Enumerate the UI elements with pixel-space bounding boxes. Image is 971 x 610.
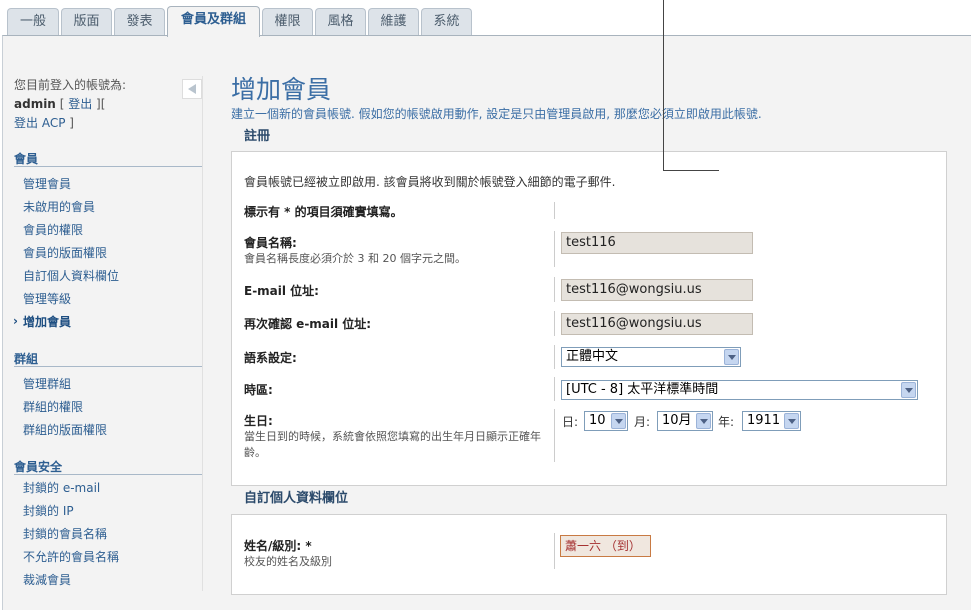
username: admin bbox=[14, 97, 56, 111]
year-select[interactable]: 1911 bbox=[742, 411, 801, 431]
birthday-label-block: 生日: 當生日到的時候，系統會依照您填寫的出生年月日顯示正確年齡。 bbox=[244, 413, 549, 461]
birthday-label: 生日: bbox=[244, 414, 273, 428]
sidebar-item-custom-profile-fields[interactable]: 自訂個人資料欄位 bbox=[14, 265, 202, 288]
language-label: 語系設定: bbox=[244, 351, 297, 365]
month-label: 月: bbox=[634, 415, 651, 429]
chevron-down-icon[interactable] bbox=[784, 413, 799, 429]
annotation-line bbox=[663, 0, 664, 171]
username-input[interactable]: test116 bbox=[561, 232, 753, 254]
email-label-block: E-mail 位址: bbox=[244, 283, 319, 299]
year-label: 年: bbox=[718, 415, 735, 429]
sidebar-item-ban-ip[interactable]: 封鎖的 IP bbox=[14, 500, 202, 523]
column-separator bbox=[554, 377, 555, 401]
column-separator bbox=[554, 533, 555, 569]
sidebar-item-ban-username[interactable]: 封鎖的會員名稱 bbox=[14, 523, 202, 546]
tab-system[interactable]: 系統 bbox=[421, 8, 472, 35]
day-select[interactable]: 10 bbox=[584, 411, 628, 431]
column-separator bbox=[554, 409, 555, 462]
birthday-note: 當生日到的時候，系統會依照您填寫的出生年月日顯示正確年齡。 bbox=[244, 430, 541, 459]
chevron-down-icon[interactable] bbox=[901, 382, 916, 398]
chevron-down-icon[interactable] bbox=[611, 413, 626, 429]
timezone-label-block: 時區: bbox=[244, 382, 273, 398]
sidebar-divider bbox=[202, 76, 203, 591]
tab-maintenance[interactable]: 維護 bbox=[368, 8, 419, 35]
sidebar-item-user-forum-permissions[interactable]: 會員的版面權限 bbox=[14, 242, 202, 265]
username-note: 會員名稱長度必須介於 3 和 20 個字元之間。 bbox=[244, 252, 466, 265]
email-confirm-label: 再次確認 e-mail 位址: bbox=[244, 317, 372, 331]
menu-section-groups: 群組 管理群組 群組的權限 群組的版面權限 bbox=[14, 350, 202, 442]
tab-styles[interactable]: 風格 bbox=[315, 8, 366, 35]
timezone-select[interactable]: [UTC - 8] 太平洋標準時間 bbox=[561, 380, 918, 400]
username-label-block: 會員名稱: 會員名稱長度必須介於 3 和 20 個字元之間。 bbox=[244, 235, 466, 267]
logout-acp-link[interactable]: 登出 ACP bbox=[14, 116, 65, 130]
timezone-label: 時區: bbox=[244, 383, 273, 397]
chevron-down-icon[interactable] bbox=[724, 349, 739, 365]
menu-section-users: 會員 管理會員 未啟用的會員 會員的權限 會員的版面權限 自訂個人資料欄位 管理… bbox=[13, 150, 202, 334]
tab-posting[interactable]: 發表 bbox=[114, 8, 165, 35]
sidebar-item-user-permissions[interactable]: 會員的權限 bbox=[14, 219, 202, 242]
menu-heading-groups: 群組 bbox=[14, 350, 202, 367]
month-select[interactable]: 10月 bbox=[657, 411, 713, 431]
activation-info: 會員帳號已經被立即啟用. 該會員將收到關於帳號登入細節的電子郵件. bbox=[244, 175, 616, 189]
sidebar-item-group-permissions[interactable]: 群組的權限 bbox=[14, 396, 202, 419]
sidebar-item-ban-email[interactable]: 封鎖的 e-mail bbox=[14, 477, 202, 500]
email-confirm-label-block: 再次確認 e-mail 位址: bbox=[244, 316, 371, 332]
page-title: 增加會員 bbox=[231, 75, 332, 104]
annotation-line bbox=[663, 170, 719, 171]
email-confirm-input[interactable]: test116@wongsiu.us bbox=[561, 313, 753, 335]
sidebar-item-inactive-users[interactable]: 未啟用的會員 bbox=[14, 196, 202, 219]
collapse-sidebar-icon[interactable] bbox=[182, 79, 202, 99]
day-label: 日: bbox=[562, 415, 579, 429]
logout-link[interactable]: 登出 bbox=[68, 97, 92, 111]
menu-heading-security: 會員安全 bbox=[14, 458, 202, 475]
sidebar: 您目前登入的帳號為: admin [ 登出 ][ 登出 ACP ] bbox=[14, 76, 202, 133]
email-input[interactable]: test116@wongsiu.us bbox=[561, 279, 753, 301]
chevron-down-icon[interactable] bbox=[696, 413, 711, 429]
top-tab-bar: 一般 版面 發表 會員及群組 權限 風格 維護 系統 bbox=[0, 0, 971, 37]
login-info: 您目前登入的帳號為: admin [ 登出 ][ 登出 ACP ] bbox=[14, 76, 202, 133]
login-prefix: 您目前登入的帳號為: bbox=[14, 78, 127, 92]
name-label: 姓名/級別: * bbox=[244, 539, 312, 553]
language-select[interactable]: 正體中文 bbox=[561, 347, 741, 367]
username-label: 會員名稱: bbox=[244, 236, 297, 250]
sidebar-item-manage-groups[interactable]: 管理群組 bbox=[14, 373, 202, 396]
custom-profile-legend: 自訂個人資料欄位 bbox=[236, 488, 357, 510]
sidebar-item-group-forum-permissions[interactable]: 群組的版面權限 bbox=[14, 419, 202, 442]
menu-heading-users: 會員 bbox=[14, 150, 202, 167]
sidebar-item-prune-users[interactable]: 裁減會員 bbox=[14, 569, 202, 592]
sidebar-item-manage-ranks[interactable]: 管理等級 bbox=[14, 288, 202, 311]
tab-forums[interactable]: 版面 bbox=[61, 8, 112, 35]
tab-general[interactable]: 一般 bbox=[7, 8, 59, 35]
column-separator bbox=[554, 345, 555, 369]
sidebar-item-disallow-username[interactable]: 不允許的會員名稱 bbox=[14, 546, 202, 569]
sidebar-item-add-user[interactable]: 增加會員 bbox=[13, 310, 202, 334]
name-note: 校友的姓名及級別 bbox=[244, 555, 332, 568]
name-label-block: 姓名/級別: * 校友的姓名及級別 bbox=[244, 538, 332, 570]
column-separator bbox=[554, 277, 555, 302]
register-legend: 註冊 bbox=[236, 126, 279, 148]
page-description: 建立一個新的會員帳號. 假如您的帳號啟用動作, 設定是只由管理員啟用, 那麼您必… bbox=[231, 107, 762, 121]
tab-permissions[interactable]: 權限 bbox=[262, 8, 313, 35]
required-note: 標示有 * 的項目須確實填寫。 bbox=[244, 205, 403, 219]
name-input[interactable]: 蕭一六 （到） bbox=[560, 535, 651, 557]
sidebar-item-manage-users[interactable]: 管理會員 bbox=[14, 173, 202, 196]
column-separator bbox=[554, 311, 555, 336]
email-label: E-mail 位址: bbox=[244, 284, 319, 298]
column-separator bbox=[554, 202, 555, 219]
language-label-block: 語系設定: bbox=[244, 350, 297, 366]
main-content: 增加會員 建立一個新的會員帳號. 假如您的帳號啟用動作, 設定是只由管理員啟用,… bbox=[231, 74, 947, 122]
menu-section-security: 會員安全 封鎖的 e-mail 封鎖的 IP 封鎖的會員名稱 不允許的會員名稱 … bbox=[14, 458, 202, 592]
tab-users-groups[interactable]: 會員及群組 bbox=[167, 6, 260, 37]
column-separator bbox=[554, 231, 555, 267]
